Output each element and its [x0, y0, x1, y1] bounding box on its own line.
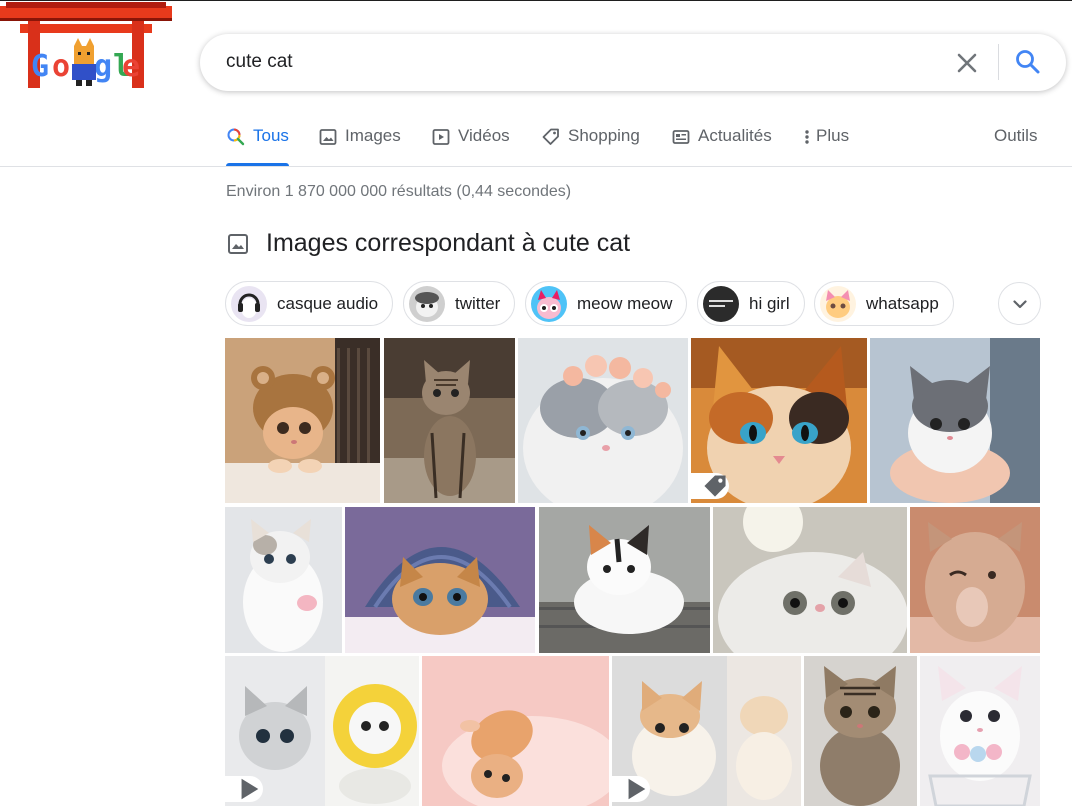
image-result-tabby-kitten-sitting[interactable]	[384, 338, 515, 503]
svg-text:e: e	[122, 49, 140, 84]
search-icon	[227, 128, 245, 146]
image-result-white-cat-closeup[interactable]	[713, 507, 907, 653]
tab-all-label: Tous	[253, 126, 289, 145]
image-result-calico-kitten-bench[interactable]	[539, 507, 710, 653]
chip-thumbnail	[820, 285, 856, 322]
image-result-white-kitten-pink-paw[interactable]	[225, 507, 342, 653]
chip-thumbnail	[409, 285, 445, 322]
chevron-down-icon	[1012, 299, 1027, 308]
image-result-kitten-bear-hat[interactable]	[225, 338, 380, 503]
chips-expand-button[interactable]	[998, 282, 1041, 325]
clear-search-button[interactable]	[954, 50, 980, 76]
svg-text:G: G	[31, 49, 49, 84]
tab-news-label: Actualités	[698, 126, 772, 145]
search-tabs: Tous Images Vidéos Shopping Actualités P…	[0, 112, 1072, 167]
google-doodle-logo[interactable]: G o g l e	[0, 2, 172, 100]
product-tag-badge	[691, 473, 729, 499]
search-input[interactable]	[226, 48, 926, 76]
image-result-cream-kittens[interactable]	[612, 656, 801, 806]
images-section-title: Images correspondant à cute cat	[266, 229, 631, 257]
svg-text:o: o	[52, 49, 70, 84]
image-result-kittens-sunflower-hat[interactable]	[225, 656, 419, 806]
search-box	[200, 34, 1066, 91]
image-result-white-kitten-glass[interactable]	[920, 656, 1040, 806]
chip-hi-girl[interactable]: hi girl	[697, 281, 805, 326]
image-result-kitten-in-knit-blanket[interactable]	[345, 507, 535, 653]
tab-shopping[interactable]: Shopping	[541, 126, 640, 166]
chip-label: whatsapp	[866, 293, 939, 313]
tab-images-label: Images	[345, 126, 401, 145]
play-icon	[241, 778, 259, 800]
image-result-painted-calico-cat[interactable]	[691, 338, 867, 503]
chip-thumbnail	[531, 285, 567, 322]
video-icon	[432, 129, 450, 145]
chip-twitter[interactable]: twitter	[403, 281, 516, 326]
chip-thumbnail	[231, 285, 267, 322]
more-vert-icon	[805, 130, 809, 144]
image-icon	[319, 129, 337, 145]
search-icon	[1016, 50, 1040, 74]
svg-text:g: g	[94, 49, 112, 84]
result-stats: Environ 1 870 000 000 résultats (0,44 se…	[226, 183, 572, 200]
close-icon	[957, 53, 977, 73]
chip-label: meow meow	[577, 293, 673, 313]
search-divider	[998, 44, 999, 80]
tag-icon	[704, 475, 726, 497]
tag-icon	[542, 128, 559, 145]
image-result-kitten-praying-paws[interactable]	[910, 507, 1040, 653]
chip-label: hi girl	[749, 293, 790, 313]
chip-label: twitter	[455, 293, 501, 313]
chip-casque-audio[interactable]: casque audio	[225, 281, 394, 326]
video-badge	[225, 776, 263, 802]
tools-button[interactable]: Outils	[994, 126, 1037, 146]
tab-all[interactable]: Tous	[226, 126, 289, 166]
image-icon	[228, 233, 248, 254]
tab-videos[interactable]: Vidéos	[431, 126, 510, 166]
top-border	[0, 0, 1072, 1]
chip-meow-meow[interactable]: meow meow	[525, 281, 688, 326]
image-result-cat-flower-crown[interactable]	[518, 338, 688, 503]
search-button[interactable]	[1014, 48, 1042, 76]
tab-images[interactable]: Images	[318, 126, 401, 166]
image-result-kitten-on-back-pink[interactable]	[422, 656, 609, 806]
tab-more-label: Plus	[816, 126, 850, 145]
chip-whatsapp[interactable]: whatsapp	[814, 281, 954, 326]
tab-videos-label: Vidéos	[458, 126, 510, 145]
chip-label: casque audio	[277, 293, 379, 313]
tab-shopping-label: Shopping	[568, 126, 640, 145]
tab-news[interactable]: Actualités	[671, 126, 772, 166]
video-badge	[612, 776, 650, 802]
chip-thumbnail	[703, 285, 739, 322]
tab-more[interactable]: Plus	[802, 126, 849, 166]
images-section-header: Images correspondant à cute cat	[226, 229, 630, 258]
image-result-tabby-kitten[interactable]	[804, 656, 917, 806]
image-result-kitten-in-hands[interactable]	[870, 338, 1040, 503]
news-icon	[672, 130, 690, 144]
play-icon	[628, 778, 646, 800]
